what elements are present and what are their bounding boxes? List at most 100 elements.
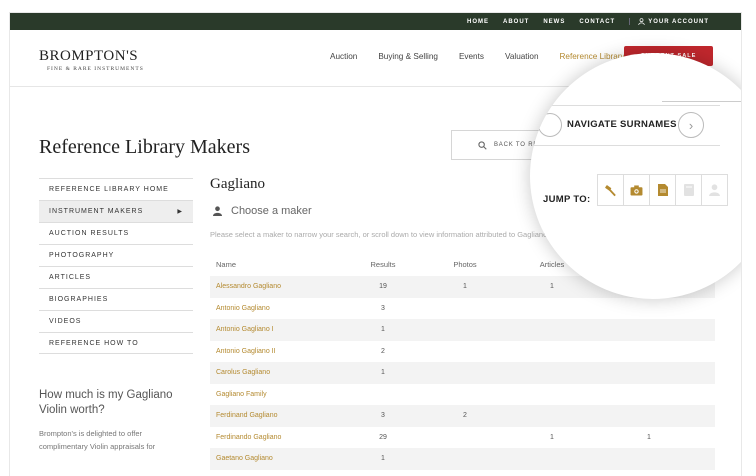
maker-name-link[interactable]: Carolus Gagliano — [210, 362, 357, 384]
maker-name-link[interactable]: Antonio Gagliano I — [210, 319, 357, 341]
table-cell: 1 — [357, 448, 409, 470]
your-account-label: YOUR ACCOUNT — [648, 18, 709, 25]
table-cell — [409, 341, 521, 363]
sidebar-item-label: VIDEOS — [49, 318, 82, 325]
table-cell — [583, 319, 715, 341]
table-cell — [583, 298, 715, 320]
table-row[interactable]: Antonio Gagliano II 2 — [210, 341, 715, 363]
table-row[interactable]: Ferdinando Gagliano 29 1 1 — [210, 427, 715, 449]
chevron-right-icon: › — [688, 117, 694, 133]
sidebar-item-label: REFERENCE LIBRARY HOME — [49, 186, 169, 193]
nav-events[interactable]: Events — [459, 52, 484, 61]
table-cell — [409, 298, 521, 320]
table-row[interactable]: Gagliano Family — [210, 384, 715, 406]
maker-name-link[interactable]: Ferdinand Gagliano — [210, 405, 357, 427]
person-icon — [709, 184, 720, 196]
table-cell — [521, 405, 583, 427]
jump-photography[interactable] — [623, 174, 650, 206]
user-icon — [638, 18, 645, 25]
book-icon — [683, 184, 694, 196]
next-surname-button[interactable]: › — [678, 112, 704, 138]
page-title: Reference Library Makers — [39, 136, 250, 158]
brand-logo[interactable]: BROMPTON'S FINE & RARE INSTRUMENTS — [39, 48, 144, 72]
sidebar-item-label: REFERENCE HOW TO — [49, 339, 139, 347]
navigate-surnames-label: NAVIGATE SURNAMES — [567, 119, 677, 130]
logo-name: BROMPTON'S — [39, 48, 139, 64]
table-cell — [521, 319, 583, 341]
table-cell: 3 — [381, 304, 385, 312]
previous-surname-button[interactable] — [538, 113, 562, 137]
jump-to-label: JUMP TO: — [543, 194, 591, 205]
camera-icon — [630, 184, 643, 196]
sidebar-item-auction-results[interactable]: AUCTION RESULTS — [39, 222, 193, 244]
promo-question: How much is my Gagliano Violin worth? — [39, 389, 173, 416]
table-cell: 19 — [357, 276, 409, 298]
table-cell: 1 — [647, 433, 651, 441]
table-row[interactable]: Antonio Gagliano I1 — [210, 319, 715, 341]
person-icon — [213, 206, 222, 216]
table-row[interactable]: Antonio Gagliano 3 — [210, 298, 715, 320]
gavel-icon — [605, 184, 616, 196]
top-nav-home[interactable]: HOME — [467, 19, 489, 25]
table-cell — [583, 384, 715, 406]
maker-name-link[interactable]: Antonio Gagliano — [210, 298, 357, 320]
maker-name-link[interactable]: Gagliano Family — [210, 384, 357, 406]
sidebar-item-reference-how-to[interactable]: REFERENCE HOW TO — [39, 332, 193, 354]
nav-auction[interactable]: Auction — [330, 52, 357, 61]
table-cell — [521, 362, 583, 384]
table-row[interactable]: Carolus Gagliano 1 — [210, 362, 715, 384]
valuation-promo: How much is my Gagliano Violin worth? Br… — [39, 388, 189, 453]
sidebar-item-label: PHOTOGRAPHY — [49, 252, 115, 259]
sidebar-item-label: BIOGRAPHIES — [49, 296, 109, 303]
jump-auction-results[interactable] — [597, 174, 624, 206]
top-nav-about[interactable]: ABOUT — [503, 19, 529, 25]
maker-name-link[interactable]: Ferdinando Gagliano — [210, 427, 357, 449]
sidebar-item-label: ARTICLES — [49, 274, 92, 281]
jump-articles[interactable] — [649, 174, 676, 206]
maker-name-link[interactable]: Antonio Gagliano II — [210, 341, 357, 363]
table-cell: 1 — [409, 276, 521, 298]
sidebar-item-articles[interactable]: ARTICLES — [39, 266, 193, 288]
sidebar-nav: REFERENCE LIBRARY HOME INSTRUMENT MAKERS… — [39, 178, 193, 354]
promo-text: Brompton's is delighted to offer complim… — [39, 429, 156, 451]
nav-valuation[interactable]: Valuation — [505, 52, 539, 61]
sidebar-item-label: AUCTION RESULTS — [49, 230, 130, 237]
table-cell — [583, 341, 715, 363]
sidebar-item-biographies[interactable]: BIOGRAPHIES — [39, 288, 193, 310]
divider — [662, 101, 741, 102]
top-utility-bar: HOME ABOUT NEWS CONTACT YOUR ACCOUNT — [10, 13, 741, 30]
table-cell — [409, 362, 521, 384]
table-cell: 1 — [521, 276, 583, 298]
table-cell — [409, 448, 521, 470]
table-cell — [521, 341, 583, 363]
col-name: Name — [216, 260, 237, 269]
nav-buying-selling[interactable]: Buying & Selling — [378, 52, 438, 61]
your-account-link[interactable]: YOUR ACCOUNT — [629, 18, 709, 25]
sidebar-item-label: INSTRUMENT MAKERS — [49, 208, 144, 215]
table-cell: 2 — [381, 347, 385, 355]
sidebar-item-reference-library-home[interactable]: REFERENCE LIBRARY HOME — [39, 178, 193, 200]
table-cell — [583, 448, 715, 470]
table-row[interactable]: Ferdinand Gagliano 3 2 — [210, 405, 715, 427]
jump-biographies[interactable] — [675, 174, 702, 206]
sidebar-item-videos[interactable]: VIDEOS — [39, 310, 193, 332]
sidebar-item-instrument-makers[interactable]: INSTRUMENT MAKERS ▶ — [39, 200, 193, 222]
table-row[interactable]: Gaetano Gagliano 1 — [210, 448, 715, 470]
choose-maker-label: Choose a maker — [231, 205, 312, 217]
table-cell — [409, 427, 521, 449]
caret-right-icon: ▶ — [177, 209, 183, 215]
table-cell — [583, 362, 715, 384]
maker-name-link[interactable]: Gaetano Gagliano — [210, 448, 357, 470]
sidebar-item-photography[interactable]: PHOTOGRAPHY — [39, 244, 193, 266]
jump-makers[interactable] — [701, 174, 728, 206]
search-icon — [478, 140, 487, 150]
table-cell: 3 — [357, 405, 409, 427]
top-nav-contact[interactable]: CONTACT — [579, 19, 615, 25]
top-nav-news[interactable]: NEWS — [543, 19, 565, 25]
maker-name-link[interactable]: Alessandro Gagliano — [210, 276, 357, 298]
table-cell — [409, 319, 521, 341]
main-nav: Auction Buying & Selling Events Valuatio… — [330, 52, 646, 61]
table-cell: 1 — [357, 362, 409, 384]
table-cell: 1 — [550, 433, 554, 441]
table-cell: 2 — [409, 405, 521, 427]
